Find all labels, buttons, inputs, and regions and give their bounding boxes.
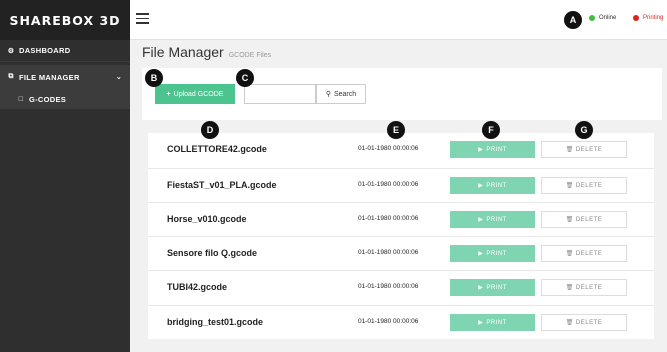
search-input[interactable]	[244, 84, 316, 104]
marker-c: C	[236, 69, 254, 87]
delete-label: DELETE	[575, 250, 603, 257]
trash-icon: 🗑	[565, 251, 574, 257]
online-label: Online	[599, 15, 617, 21]
page-subtitle: GCODE Files	[228, 52, 272, 59]
trash-icon: 🗑	[565, 183, 574, 189]
dashboard-icon: ⚙	[7, 47, 15, 55]
top-bar: Online Printing	[130, 0, 667, 40]
search-button[interactable]: ⚲ Search	[316, 84, 366, 104]
print-label: PRINT	[486, 216, 507, 223]
file-manager-icon: ⧉	[8, 73, 14, 80]
file-date: 01-01-1980 00:00:06	[358, 181, 419, 188]
delete-button[interactable]: 🗑 DELETE	[541, 279, 627, 296]
sidebar: SHAREBOX 3D ⚙ DASHBOARD ⧉ FILE MANAGER ⌄…	[0, 0, 130, 352]
upload-gcode-button[interactable]: + Upload GCODE	[155, 84, 235, 104]
printing-dot-icon	[633, 15, 639, 21]
file-date: 01-01-1980 00:00:06	[358, 145, 419, 152]
print-button[interactable]: ▶ PRINT	[450, 141, 535, 158]
trash-icon: 🗑	[565, 320, 574, 326]
table-row: Horse_v010.gcode 01-01-1980 00:00:06 ▶ PR…	[148, 202, 654, 235]
page-title: File Manager	[142, 44, 224, 60]
page-header: File Manager GCODE Files	[142, 44, 271, 60]
plus-icon: +	[166, 90, 171, 98]
file-date: 01-01-1980 00:00:06	[358, 283, 419, 290]
printing-label: Printing	[643, 15, 664, 21]
chevron-down-icon: ⌄	[115, 74, 122, 81]
play-icon: ▶	[478, 183, 484, 189]
trash-icon: 🗑	[565, 147, 574, 153]
sidebar-item-label: DASHBOARD	[19, 46, 71, 55]
file-name[interactable]: COLLETTORE42.gcode	[167, 144, 267, 154]
print-button[interactable]: ▶ PRINT	[450, 245, 535, 262]
print-button[interactable]: ▶ PRINT	[450, 211, 535, 228]
play-icon: ▶	[478, 251, 484, 257]
file-name[interactable]: Horse_v010.gcode	[167, 214, 247, 224]
delete-button[interactable]: 🗑 DELETE	[541, 245, 627, 262]
delete-button[interactable]: 🗑 DELETE	[541, 314, 627, 331]
print-label: PRINT	[486, 250, 507, 257]
sidebar-item-label: G-CODES	[29, 94, 67, 104]
file-name[interactable]: Sensore filo Q.gcode	[167, 248, 257, 258]
print-button[interactable]: ▶ PRINT	[450, 314, 535, 331]
upload-label: Upload GCODE	[173, 90, 224, 98]
file-date: 01-01-1980 00:00:06	[358, 249, 419, 256]
table-row: Sensore filo Q.gcode 01-01-1980 00:00:06…	[148, 236, 654, 269]
marker-g: G	[575, 121, 593, 139]
sidebar-item-dashboard[interactable]: ⚙ DASHBOARD	[0, 40, 130, 62]
printing-status: Printing	[633, 15, 663, 21]
search-icon: ⚲	[325, 91, 331, 98]
table-row: TUBI42.gcode 01-01-1980 00:00:06 ▶ PRINT …	[148, 270, 654, 303]
trash-icon: 🗑	[565, 285, 574, 291]
online-status: Online	[589, 15, 616, 21]
trash-icon: 🗑	[565, 217, 574, 223]
file-date: 01-01-1980 00:00:06	[358, 318, 419, 325]
search-label: Search	[333, 90, 357, 98]
file-name[interactable]: FiestaST_v01_PLA.gcode	[167, 180, 277, 190]
play-icon: ▶	[478, 147, 484, 153]
marker-e: E	[387, 121, 405, 139]
sidebar-item-file-manager[interactable]: ⧉ FILE MANAGER ⌄	[0, 65, 130, 89]
marker-f: F	[482, 121, 500, 139]
print-label: PRINT	[486, 284, 507, 291]
delete-button[interactable]: 🗑 DELETE	[541, 177, 627, 194]
delete-label: DELETE	[575, 182, 603, 189]
play-icon: ▶	[478, 285, 484, 291]
document-icon: □	[18, 95, 24, 103]
delete-label: DELETE	[575, 216, 603, 223]
online-dot-icon	[589, 15, 595, 21]
marker-a: A	[564, 11, 582, 29]
marker-b: B	[145, 69, 163, 87]
file-date: 01-01-1980 00:00:06	[358, 215, 419, 222]
file-name[interactable]: TUBI42.gcode	[167, 282, 227, 292]
delete-button[interactable]: 🗑 DELETE	[541, 211, 627, 228]
delete-button[interactable]: 🗑 DELETE	[541, 141, 627, 158]
sidebar-item-g-codes[interactable]: □ G-CODES	[0, 89, 130, 109]
print-label: PRINT	[486, 146, 507, 153]
delete-label: DELETE	[575, 146, 603, 153]
hamburger-menu-icon[interactable]	[136, 13, 149, 24]
print-button[interactable]: ▶ PRINT	[450, 177, 535, 194]
print-label: PRINT	[486, 182, 507, 189]
table-row: bridging_test01.gcode 01-01-1980 00:00:0…	[148, 305, 654, 338]
sidebar-item-label: FILE MANAGER	[19, 72, 80, 82]
print-button[interactable]: ▶ PRINT	[450, 279, 535, 296]
brand-logo[interactable]: SHAREBOX 3D	[0, 0, 130, 40]
file-name[interactable]: bridging_test01.gcode	[167, 317, 263, 327]
delete-label: DELETE	[575, 319, 603, 326]
delete-label: DELETE	[575, 284, 603, 291]
play-icon: ▶	[478, 320, 484, 326]
print-label: PRINT	[486, 319, 507, 326]
table-row: FiestaST_v01_PLA.gcode 01-01-1980 00:00:…	[148, 168, 654, 201]
marker-d: D	[201, 121, 219, 139]
table-row: COLLETTORE42.gcode 01-01-1980 00:00:06 ▶…	[148, 133, 654, 166]
play-icon: ▶	[478, 217, 484, 223]
